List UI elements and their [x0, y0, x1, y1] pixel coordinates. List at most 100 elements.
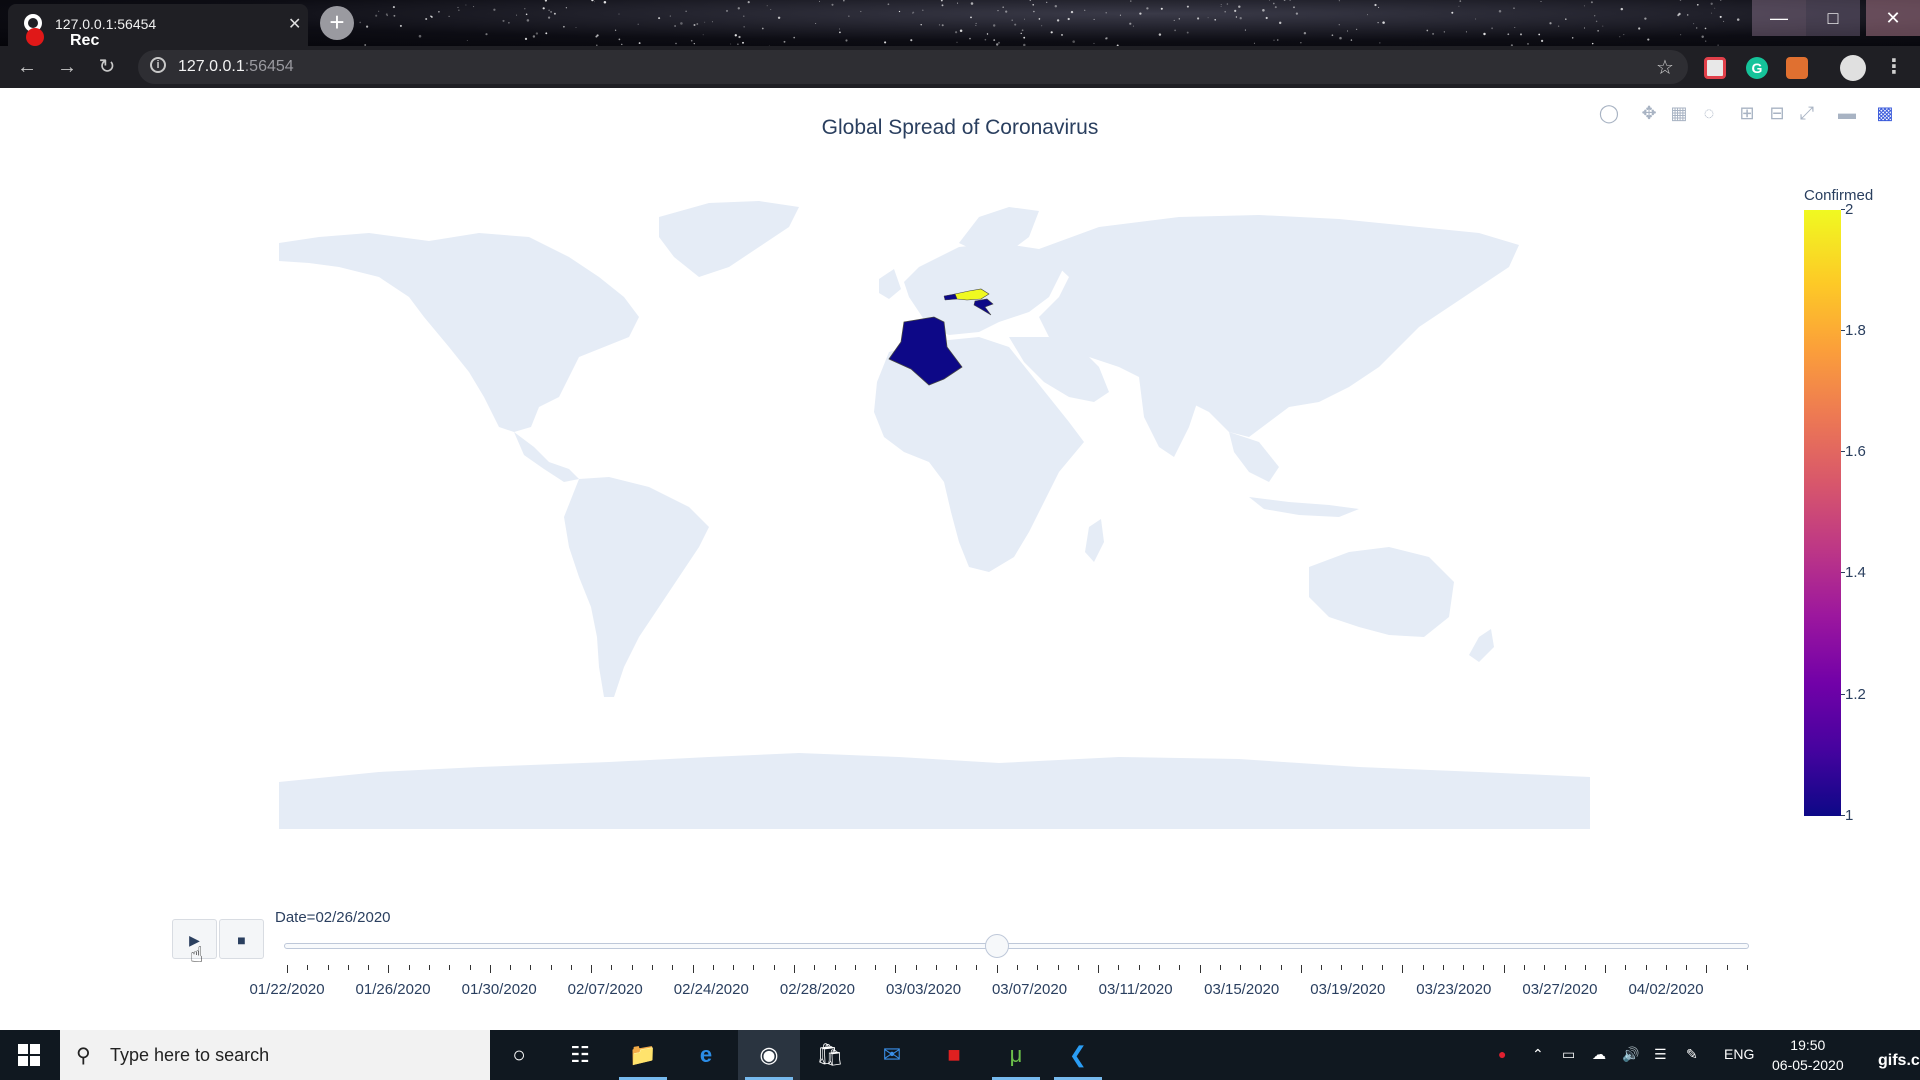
slider-tick[interactable]	[1382, 965, 1383, 970]
slider-tick-label[interactable]: 02/07/2020	[568, 981, 643, 998]
slider-tick[interactable]	[712, 965, 714, 970]
slider-tick[interactable]	[1706, 965, 1708, 973]
camera-icon[interactable]: ◯	[1598, 102, 1620, 124]
slider-tick[interactable]	[1422, 965, 1424, 970]
taskbar-clock[interactable]: 19:50 06-05-2020	[1772, 1035, 1844, 1075]
profile-avatar[interactable]	[1840, 55, 1866, 81]
slider-tick[interactable]	[1341, 965, 1343, 970]
slider-tick[interactable]	[1625, 965, 1627, 970]
slider-tick[interactable]	[956, 965, 958, 970]
pocket-extension-icon[interactable]	[1704, 57, 1726, 79]
slider-tick-label[interactable]: 03/11/2020	[1099, 981, 1173, 998]
slider-tick[interactable]	[1523, 965, 1525, 970]
slider-tick[interactable]	[753, 965, 755, 970]
browser-menu-icon[interactable]: ⋮	[1884, 54, 1904, 79]
search-placeholder[interactable]: Type here to search	[110, 1045, 269, 1066]
slider-tick[interactable]	[1219, 965, 1221, 970]
wifi-icon[interactable]: ☰	[1654, 1046, 1667, 1063]
stop-button[interactable]: ■	[219, 919, 264, 959]
slider-tick[interactable]	[1686, 965, 1688, 970]
slider-tick-label[interactable]: 03/15/2020	[1204, 981, 1279, 998]
slider-tick[interactable]	[692, 965, 694, 973]
slider-tick-label[interactable]: 03/19/2020	[1310, 981, 1385, 998]
slider-tick-label[interactable]: 03/03/2020	[886, 981, 961, 998]
slider-tick[interactable]	[895, 965, 897, 973]
task-view-icon[interactable]: ☷	[564, 1039, 596, 1071]
plotly-logo-icon[interactable]: ▩	[1874, 102, 1896, 124]
file-explorer-icon[interactable]: 📁	[619, 1039, 667, 1080]
slider-tick-label[interactable]: 01/30/2020	[462, 981, 537, 998]
slider-tick[interactable]	[733, 965, 735, 970]
tray-app-icon[interactable]: ●	[1498, 1046, 1506, 1062]
slider-tick[interactable]	[1199, 965, 1201, 973]
antivirus-icon[interactable]: ■	[938, 1039, 970, 1071]
slider-tick-label[interactable]: 01/26/2020	[356, 981, 431, 998]
battery-icon[interactable]: ▭	[1562, 1046, 1575, 1063]
store-icon[interactable]: 🛍	[814, 1039, 846, 1071]
slider-tick[interactable]	[1057, 965, 1059, 970]
slider-tick-label[interactable]: 03/23/2020	[1416, 981, 1491, 998]
slider-tick[interactable]	[1402, 965, 1404, 973]
slider-tick[interactable]	[1138, 965, 1140, 970]
slider-tick[interactable]	[875, 965, 877, 970]
slider-tick-label[interactable]: 02/24/2020	[674, 981, 749, 998]
slider-tick[interactable]	[915, 965, 917, 970]
cortana-icon[interactable]: ○	[503, 1039, 535, 1071]
slider-tick[interactable]	[1564, 965, 1566, 970]
slider-tick[interactable]	[611, 965, 613, 970]
slider-tick[interactable]	[814, 965, 816, 970]
back-arrow-icon[interactable]: ←	[14, 54, 40, 80]
slider-tick[interactable]	[1665, 965, 1667, 970]
slider-tick-label[interactable]: 03/27/2020	[1522, 981, 1597, 998]
slider-tick[interactable]	[1605, 965, 1607, 973]
slider-tick[interactable]	[550, 965, 552, 970]
slider-tick[interactable]	[1158, 965, 1160, 970]
pen-icon[interactable]: ✎	[1686, 1046, 1698, 1063]
slider-tick[interactable]	[834, 965, 836, 970]
lasso-select-icon[interactable]: ◌	[1698, 102, 1720, 124]
grammarly-extension-icon[interactable]: G	[1746, 57, 1768, 79]
slider-tick[interactable]	[1098, 965, 1100, 973]
slider-tick[interactable]	[469, 965, 471, 970]
chrome-icon[interactable]: ◉	[745, 1039, 793, 1080]
slider-tick[interactable]	[1483, 965, 1485, 970]
taskbar-search-box[interactable]: ⚲ Type here to search	[60, 1030, 490, 1080]
slider-tick[interactable]	[1503, 965, 1505, 973]
onedrive-icon[interactable]: ☁	[1592, 1046, 1606, 1063]
slider-tick[interactable]	[1240, 965, 1242, 970]
slider-tick-label[interactable]: 04/02/2020	[1628, 981, 1703, 998]
slider-tick[interactable]	[1037, 965, 1039, 970]
edge-icon[interactable]: e	[690, 1039, 722, 1071]
slider-tick[interactable]	[408, 965, 410, 970]
zoom-in-icon[interactable]: ⊞	[1736, 102, 1758, 124]
windows-start-icon[interactable]	[18, 1044, 40, 1066]
forward-arrow-icon[interactable]: →	[54, 54, 80, 80]
slider-tick[interactable]	[1280, 965, 1282, 970]
volume-icon[interactable]: 🔊	[1622, 1046, 1639, 1063]
slider-tick[interactable]	[1017, 965, 1018, 970]
bookmark-star-icon[interactable]: ☆	[1656, 55, 1674, 80]
language-indicator[interactable]: ENG	[1724, 1046, 1754, 1062]
slider-rail[interactable]	[284, 943, 1749, 949]
slider-tick[interactable]	[996, 965, 998, 973]
slider-tick[interactable]	[591, 965, 593, 973]
site-info-icon[interactable]: i	[150, 57, 166, 73]
slider-tick[interactable]	[1300, 965, 1302, 973]
slider-tick[interactable]	[1463, 965, 1465, 970]
close-window-button[interactable]: ✕	[1866, 0, 1920, 36]
slider-tick[interactable]	[1321, 965, 1323, 970]
slider-tick[interactable]	[793, 965, 795, 973]
pan-icon[interactable]: ✥	[1638, 102, 1660, 124]
reload-icon[interactable]: ↻	[94, 54, 120, 80]
slider-tick-label[interactable]: 01/22/2020	[249, 981, 324, 998]
slider-tick[interactable]	[428, 965, 430, 970]
slider-tick-label[interactable]: 02/28/2020	[780, 981, 855, 998]
slider-tick[interactable]	[1361, 965, 1363, 970]
minimize-button[interactable]: —	[1752, 0, 1806, 36]
maximize-button[interactable]: □	[1806, 0, 1860, 36]
slider-tick-label[interactable]: 03/07/2020	[992, 981, 1067, 998]
zoom-out-icon[interactable]: ⊟	[1766, 102, 1788, 124]
reset-view-icon[interactable]: ⤢	[1796, 102, 1818, 124]
world-map[interactable]	[279, 197, 1590, 829]
slider-tick[interactable]	[388, 965, 390, 973]
